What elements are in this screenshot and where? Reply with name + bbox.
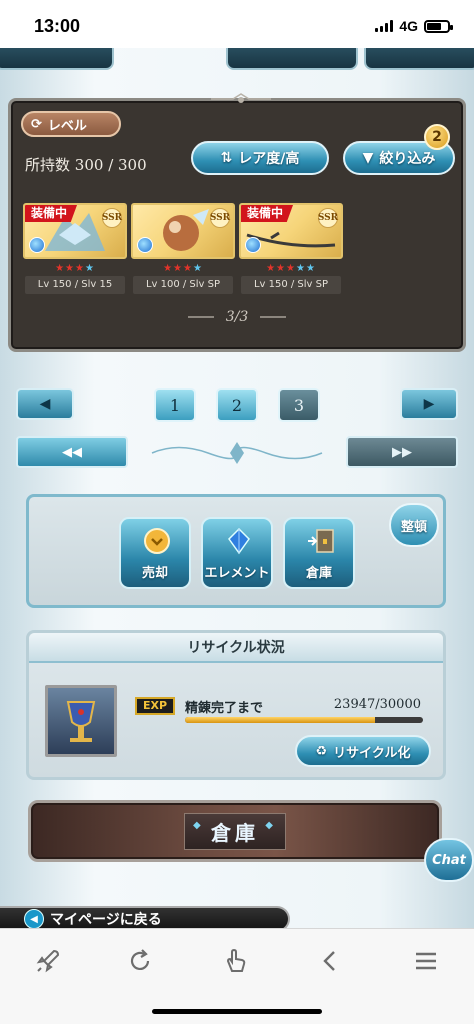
action-panel: 売却 エレメント 倉庫 整頓: [26, 494, 446, 608]
warehouse-banner[interactable]: 倉庫: [28, 800, 442, 862]
browser-toolbar: [0, 928, 474, 1024]
recycle-button-label: リサイクル化: [333, 745, 411, 761]
reload-icon[interactable]: [124, 945, 156, 977]
recycle-icon: ♻: [315, 743, 328, 759]
menu-icon[interactable]: [410, 945, 442, 977]
refine-progress-bar: [185, 717, 423, 723]
sort-button-label: レア度/高: [238, 151, 300, 167]
weapon-level: Lv 100 / Slv SP: [133, 276, 233, 294]
double-arrow-right-icon: ▶▶: [392, 444, 412, 460]
inventory-panel: ⟳ レベル 所持数 300 / 300 ⇅ レア度/高 ▼ 絞り込み 2 装備中…: [8, 93, 466, 352]
filter-button-label: 絞り込み: [379, 151, 436, 167]
refine-label: 精錬完了まで: [185, 701, 264, 716]
recycle-title: リサイクル状況: [29, 633, 443, 663]
rarity-badge: SSR: [102, 208, 122, 228]
uncap-stars: ★★★★★: [266, 263, 316, 274]
page-button-3[interactable]: 3: [278, 388, 320, 422]
weapon-card[interactable]: 装備中 SSR ★★★★★ Lv 150 / Slv SP: [239, 203, 343, 295]
next-page-button[interactable]: ▶: [400, 388, 458, 420]
weapon-level: Lv 150 / Slv SP: [241, 276, 341, 294]
warehouse-door-icon: [308, 529, 334, 553]
water-element-icon: [137, 237, 153, 253]
crystal-icon: [228, 527, 250, 555]
filter-count-badge: 2: [424, 124, 450, 150]
status-indicators: 4G: [375, 18, 453, 34]
last-page-button[interactable]: ▶▶: [346, 436, 458, 468]
refine-progress-fill: [185, 717, 375, 723]
battery-icon: [424, 19, 453, 33]
level-button-label: レベル: [47, 118, 87, 134]
warehouse-button[interactable]: 倉庫: [283, 517, 355, 589]
signal-icon: [375, 20, 394, 32]
equipped-ribbon: 装備中: [241, 205, 294, 222]
gesture-icon[interactable]: [220, 945, 252, 977]
warehouse-label: 倉庫: [305, 566, 332, 581]
home-indicator: [152, 1009, 322, 1014]
refresh-icon: ⟳: [31, 116, 42, 132]
owned-count-label: 所持数: [25, 156, 71, 174]
uncap-stars: ★★★★: [163, 263, 203, 274]
rocket-icon[interactable]: [32, 945, 64, 977]
chalice-icon: [45, 685, 117, 757]
page-button-2[interactable]: 2: [216, 388, 258, 422]
page-indicator: 3/3: [11, 309, 463, 325]
weapon-art: SSR: [131, 203, 235, 259]
page-button-1[interactable]: 1: [154, 388, 196, 422]
chat-button[interactable]: Chat: [424, 838, 474, 882]
tab-partial-3[interactable]: [226, 48, 358, 70]
panel-ornament: [211, 93, 271, 103]
water-element-icon: [29, 237, 45, 253]
refine-value: 23947/30000: [333, 697, 421, 712]
back-arrow-icon: ◀: [24, 909, 44, 928]
arrow-left-icon: ◀: [39, 396, 51, 412]
tab-partial-4[interactable]: [364, 48, 474, 70]
weapon-card[interactable]: 装備中 SSR ★★★★ Lv 150 / Slv 15: [23, 203, 127, 295]
water-element-icon: [245, 237, 261, 253]
tab-partial-1[interactable]: [0, 48, 114, 70]
pager: ◀ 1 2 3 ▶: [0, 378, 474, 430]
game-area: ⟳ レベル 所持数 300 / 300 ⇅ レア度/高 ▼ 絞り込み 2 装備中…: [0, 48, 474, 928]
recycle-button[interactable]: ♻ リサイクル化: [295, 735, 431, 767]
exp-tag: EXP: [135, 697, 175, 715]
top-tabs: [0, 48, 474, 76]
sell-label: 売却: [141, 566, 168, 581]
filter-icon: ▼: [362, 150, 374, 166]
first-page-button[interactable]: ◀◀: [16, 436, 128, 468]
tidy-button[interactable]: 整頓: [389, 503, 439, 547]
sort-arrows-icon: ⇅: [220, 150, 233, 166]
divider-ornament: [151, 442, 323, 464]
coin-icon: [144, 528, 170, 554]
sort-level-button[interactable]: ⟳ レベル: [21, 111, 121, 137]
weapon-art: 装備中 SSR: [239, 203, 343, 259]
recycle-panel: リサイクル状況 EXP 精錬完了まで 23947/30000 ♻ リサイクル化: [26, 630, 446, 780]
warehouse-banner-label: 倉庫: [184, 812, 286, 850]
prev-page-button[interactable]: ◀: [16, 388, 74, 420]
back-icon[interactable]: [314, 945, 346, 977]
mypage-link-label: マイページに戻る: [50, 912, 162, 928]
divider: [187, 316, 214, 318]
uncap-stars: ★★★★: [55, 263, 95, 274]
element-button[interactable]: エレメント: [201, 517, 273, 589]
weapon-card[interactable]: SSR ★★★★ Lv 100 / Slv SP: [131, 203, 235, 295]
network-label: 4G: [399, 18, 418, 34]
rarity-badge: SSR: [210, 208, 230, 228]
double-arrow-left-icon: ◀◀: [62, 444, 82, 460]
rarity-badge: SSR: [318, 208, 338, 228]
owned-count-value: 300 / 300: [74, 156, 147, 174]
weapon-art: 装備中 SSR: [23, 203, 127, 259]
mypage-link[interactable]: ◀ マイページに戻る: [0, 906, 290, 928]
arrow-right-icon: ▶: [423, 396, 435, 412]
status-bar: 13:00 4G: [0, 0, 474, 48]
equipped-ribbon: 装備中: [25, 205, 78, 222]
weapon-level: Lv 150 / Slv 15: [25, 276, 125, 294]
element-label: エレメント: [204, 566, 270, 581]
fast-nav: ◀◀ ▶▶: [0, 436, 474, 472]
sell-button[interactable]: 売却: [119, 517, 191, 589]
page-indicator-text: 3/3: [225, 309, 249, 325]
owned-count: 所持数 300 / 300: [25, 154, 147, 175]
rarity-sort-button[interactable]: ⇅ レア度/高: [191, 141, 329, 175]
divider: [260, 316, 287, 318]
status-time: 13:00: [34, 16, 81, 36]
